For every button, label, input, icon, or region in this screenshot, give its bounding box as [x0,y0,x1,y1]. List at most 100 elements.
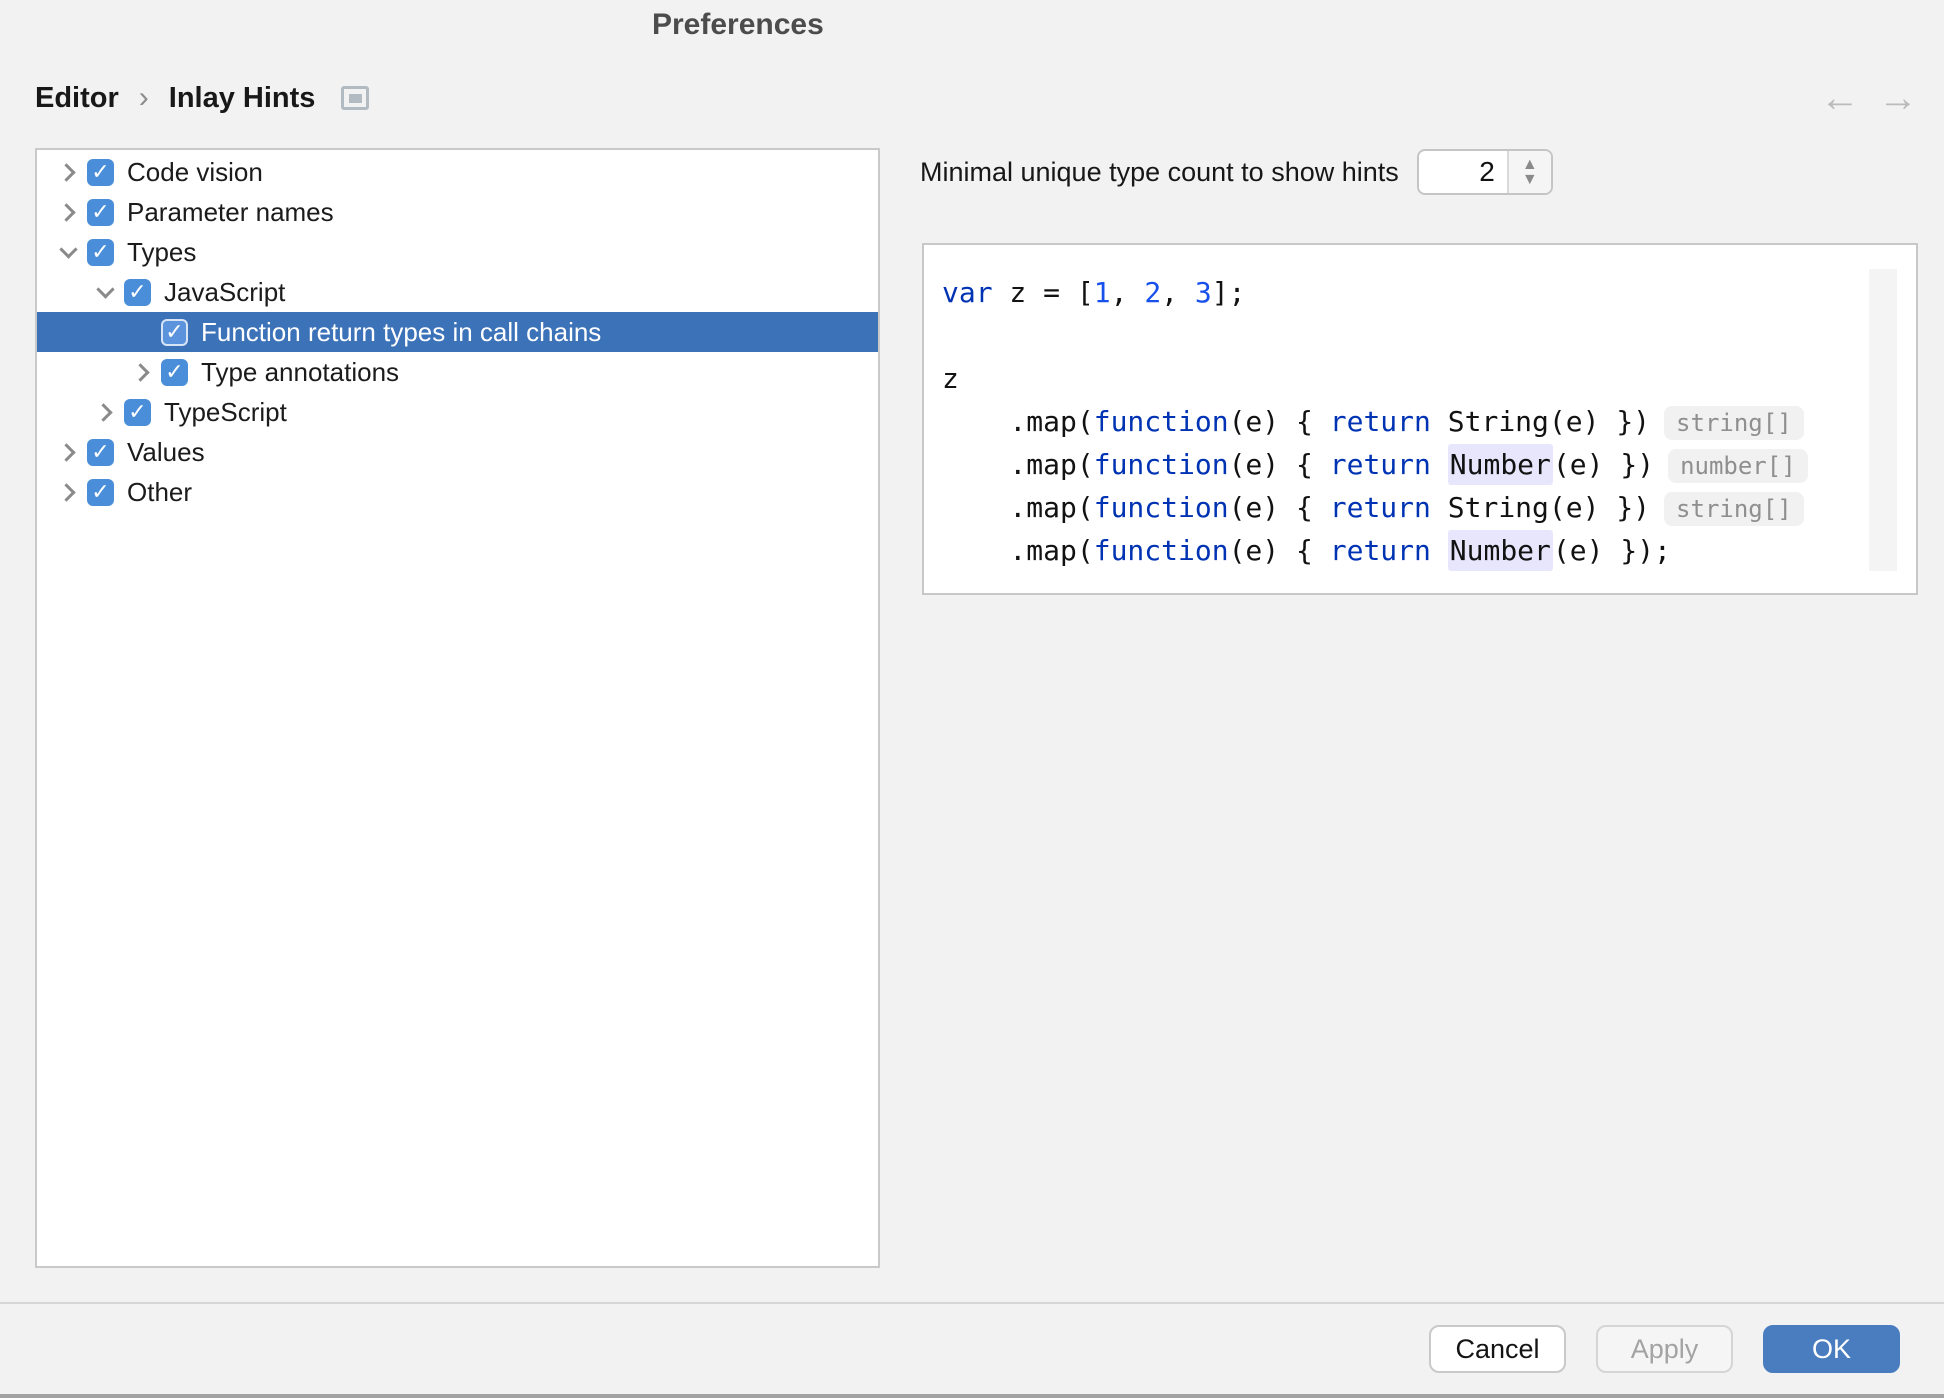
back-icon[interactable]: ← [1820,76,1860,120]
code-line: .map(function(e) { return Number(e) }); [942,529,1916,572]
tree-row-other[interactable]: ✓ Other [37,472,878,512]
code-scrollbar[interactable] [1869,269,1897,571]
tree-row-parameter-names[interactable]: ✓ Parameter names [37,192,878,232]
chevron-right-icon[interactable] [50,442,87,462]
code-token: z [942,362,959,395]
code-token: ]; [1211,276,1246,309]
code-token: String(e) }) [1430,405,1651,438]
chevron-right-icon[interactable] [87,402,124,422]
window-bottom-edge [0,1394,1944,1398]
code-token: Number [1447,444,1553,485]
checkbox[interactable]: ✓ [124,398,151,426]
tree-row-label: JavaScript [164,276,286,307]
inlay-hint-pill: number[] [1668,449,1808,483]
checkbox[interactable]: ✓ [124,278,151,306]
history-navigation: ← → [1820,76,1918,120]
cancel-button[interactable]: Cancel [1429,1325,1566,1373]
code-token: 1 [1093,276,1111,309]
tree-row-values[interactable]: ✓ Values [37,432,878,472]
tree-row-label: Parameter names [127,196,334,227]
title-bar: Preferences [0,0,1944,46]
breadcrumb: Editor › Inlay Hints [35,78,370,118]
tree-row-code-vision[interactable]: ✓ Code vision [37,152,878,192]
inline-preview-icon [341,86,370,110]
code-token: (e) { [1228,491,1330,524]
code-token: , [1110,276,1145,309]
code-line: var z = [1, 2, 3]; [942,271,1916,314]
code-token: return [1329,448,1431,481]
apply-button[interactable]: Apply [1596,1325,1733,1373]
tree-row-label: TypeScript [164,396,287,427]
minimal-type-count-row: Minimal unique type count to show hints … [920,149,1553,195]
breadcrumb-separator-icon: › [138,81,149,114]
checkbox[interactable]: ✓ [161,318,188,346]
spinner-down-icon[interactable]: ▼ [1522,172,1538,188]
code-line: .map(function(e) { return String(e) }) st… [942,486,1916,529]
tree-row-function-return-types-in-call-chains[interactable]: ✓ Function return types in call chains [37,312,878,352]
code-token: (e) }); [1552,534,1671,567]
code-token: (e) { [1228,448,1330,481]
inlay-hint-pill: string[] [1664,492,1804,526]
code-token: function [1093,534,1229,567]
tree-row-label: Types [127,236,197,267]
code-token: (e) { [1228,534,1330,567]
tree-row-label: Type annotations [201,356,400,387]
code-token: return [1329,534,1431,567]
code-token: .map( [942,448,1094,481]
code-token: function [1093,491,1229,524]
code-token: return [1329,491,1431,524]
window-title: Preferences [652,8,824,41]
chevron-right-icon[interactable] [50,482,87,502]
code-token: function [1093,448,1229,481]
tree-row-types[interactable]: ✓ Types [37,232,878,272]
code-token: z = [ [992,276,1094,309]
ok-button[interactable]: OK [1763,1325,1900,1373]
code-token: .map( [942,534,1094,567]
tree-row-label: Code vision [127,156,263,187]
checkbox[interactable]: ✓ [87,238,114,266]
tree-row-javascript[interactable]: ✓ JavaScript [37,272,878,312]
code-token: , [1161,276,1195,309]
code-line: .map(function(e) { return Number(e) }) nu… [942,443,1916,486]
tree-row-type-annotations[interactable]: ✓ Type annotations [37,352,878,392]
code-token: 2 [1144,276,1162,309]
tree-row-typescript[interactable]: ✓ TypeScript [37,392,878,432]
code-token: String(e) }) [1430,491,1651,524]
chevron-right-icon[interactable] [50,162,87,182]
chevron-down-icon[interactable] [87,279,124,299]
code-token: (e) }) [1552,448,1655,481]
spinner-arrows[interactable]: ▲ ▼ [1506,151,1551,193]
inlay-hints-tree: ✓ Code vision ✓ Parameter names ✓ Types ✓ JavaS… [35,148,880,1268]
chevron-down-icon[interactable] [50,239,87,259]
preview-code-panel: var z = [1, 2, 3]; z .map(function(e) { … [922,243,1918,595]
code-token: Number [1447,530,1553,571]
code-line: z [942,357,1916,400]
chevron-right-icon[interactable] [124,362,161,382]
breadcrumb-inlay-hints: Inlay Hints [168,81,316,114]
dialog-footer: Cancel Apply OK [0,1325,1944,1373]
code-token: 3 [1194,276,1212,309]
checkbox[interactable]: ✓ [87,478,114,506]
spinner-value[interactable]: 2 [1419,151,1507,193]
code-token: return [1329,405,1431,438]
checkbox[interactable]: ✓ [87,158,114,186]
checkbox[interactable]: ✓ [87,198,114,226]
minimal-type-count-spinner[interactable]: 2 ▲ ▼ [1416,149,1553,195]
code-line: .map(function(e) { return String(e) }) st… [942,400,1916,443]
spinner-up-icon[interactable]: ▲ [1522,157,1538,173]
code-token: .map( [942,405,1094,438]
tree-row-label: Other [127,476,193,507]
code-token: function [1093,405,1229,438]
code-token: var [942,276,993,309]
chevron-right-icon[interactable] [50,202,87,222]
breadcrumb-editor[interactable]: Editor [35,82,119,115]
forward-icon[interactable]: → [1878,76,1918,120]
code-token: (e) { [1228,405,1330,438]
inlay-hint-pill: string[] [1664,406,1804,440]
checkbox[interactable]: ✓ [161,358,188,386]
checkbox[interactable]: ✓ [87,438,114,466]
code-token: .map( [942,491,1094,524]
